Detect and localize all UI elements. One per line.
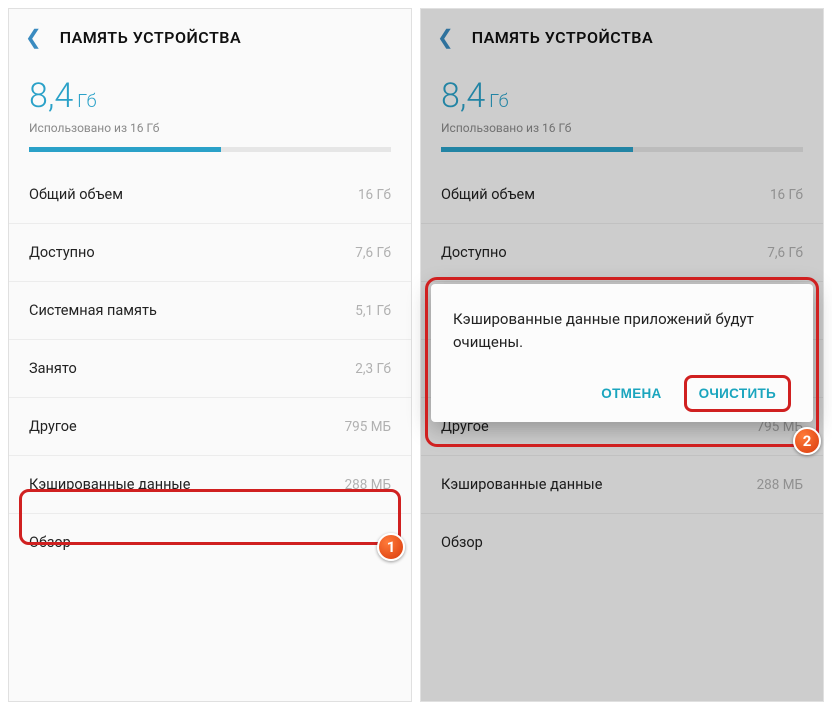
row-available[interactable]: Доступно 7,6 Гб [421, 224, 823, 282]
used-note: Использовано из 16 Гб [441, 121, 803, 135]
header: ❮ ПАМЯТЬ УСТРОЙСТВА [421, 9, 823, 57]
used-unit: Гб [77, 91, 96, 112]
used-unit: Гб [489, 91, 508, 112]
row-other[interactable]: Другое 795 МБ [9, 398, 411, 456]
row-cached[interactable]: Кэшированные данные 288 МБ [9, 456, 411, 514]
row-overview[interactable]: Обзор [421, 514, 823, 571]
storage-progress [29, 147, 391, 152]
annotation-badge-2: 2 [793, 427, 821, 455]
row-total[interactable]: Общий объем 16 Гб [9, 166, 411, 224]
dialog-message: Кэшированные данные приложений будут очи… [453, 308, 791, 353]
header: ❮ ПАМЯТЬ УСТРОЙСТВА [9, 9, 411, 57]
screen-right: ❮ ПАМЯТЬ УСТРОЙСТВА 8,4 Гб Использовано … [420, 8, 824, 702]
storage-progress [441, 147, 803, 152]
used-value: 8,4 [29, 76, 73, 116]
page-title: ПАМЯТЬ УСТРОЙСТВА [472, 28, 653, 47]
cancel-button[interactable]: ОТМЕНА [589, 378, 673, 409]
screen-left: ❮ ПАМЯТЬ УСТРОЙСТВА 8,4 Гб Использовано … [8, 8, 412, 702]
back-icon[interactable]: ❮ [437, 27, 454, 47]
annotation-badge-1: 1 [377, 533, 405, 561]
row-total[interactable]: Общий объем 16 Гб [421, 166, 823, 224]
back-icon[interactable]: ❮ [25, 27, 42, 47]
confirm-button[interactable]: ОЧИСТИТЬ [684, 375, 791, 412]
page-title: ПАМЯТЬ УСТРОЙСТВА [60, 28, 241, 47]
row-available[interactable]: Доступно 7,6 Гб [9, 224, 411, 282]
row-overview[interactable]: Обзор [9, 514, 411, 571]
clear-cache-dialog: Кэшированные данные приложений будут очи… [431, 284, 813, 422]
used-note: Использовано из 16 Гб [29, 121, 391, 135]
storage-summary: 8,4 Гб Использовано из 16 Гб [421, 57, 823, 166]
used-value: 8,4 [441, 76, 485, 116]
storage-summary: 8,4 Гб Использовано из 16 Гб [9, 57, 411, 166]
row-system[interactable]: Системная память 5,1 Гб [9, 282, 411, 340]
row-used[interactable]: Занято 2,3 Гб [9, 340, 411, 398]
row-cached[interactable]: Кэшированные данные 288 МБ [421, 456, 823, 514]
